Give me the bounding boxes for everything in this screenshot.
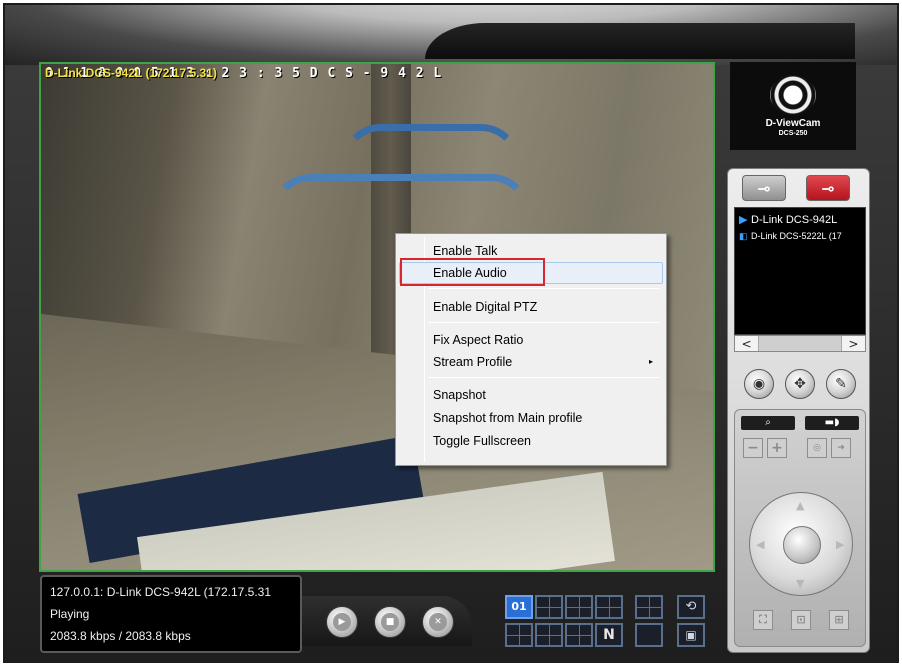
osd-camera-title: D-Link DCS-942L (172.17.5.31) <box>45 66 217 80</box>
crosshair-icon: ⊞ <box>834 613 844 626</box>
logo-brand: D-ViewCam <box>765 117 821 129</box>
arrow-left-icon: ◀ <box>756 538 765 551</box>
camera-list-scrollbar[interactable]: < > <box>734 335 866 352</box>
record-icon: ◉ <box>752 376 766 392</box>
magnifier-icon: ⌕ <box>765 417 771 428</box>
play-icon: ▶ <box>333 613 351 631</box>
chrome-accent <box>425 23 855 59</box>
ptz-joystick[interactable]: ▲ ▼ ◀ ▶ <box>749 492 853 596</box>
focus-far-icon: ➜ <box>837 443 845 453</box>
layout-25-button[interactable] <box>565 623 593 647</box>
layout-6-button[interactable] <box>565 595 593 619</box>
menu-item-label: Toggle Fullscreen <box>433 434 531 448</box>
focus-near-icon: ◎ <box>813 443 821 453</box>
record-button[interactable]: ◉ <box>744 369 774 399</box>
control-panel: ⊸ ⊸ ▶ D-Link DCS-942L ◧ D-Link DCS-5222L (… <box>727 168 870 653</box>
focus-near-button[interactable]: ◎ <box>807 438 827 458</box>
full-view-button[interactable]: ▣ <box>677 623 705 647</box>
eye-logo-icon <box>770 74 816 115</box>
preset-2-button[interactable]: ⊡ <box>791 610 811 630</box>
menu-item-fix-aspect-ratio[interactable]: Fix Aspect Ratio <box>399 329 663 351</box>
menu-separator <box>428 288 660 289</box>
settings-button[interactable]: ✎ <box>826 369 856 399</box>
scroll-track[interactable] <box>759 336 841 351</box>
layout-n-button[interactable]: N <box>595 623 623 647</box>
menu-item-label: Enable Talk <box>433 244 498 258</box>
arrow-up-icon: ▲ <box>796 499 805 512</box>
submenu-arrow-icon: ▸ <box>648 357 653 366</box>
preset-1-button[interactable]: ⛶ <box>753 610 773 630</box>
fit-icon: ▣ <box>685 628 697 642</box>
play-button[interactable]: ▶ <box>326 606 358 638</box>
scroll-right-button[interactable]: > <box>841 336 865 351</box>
focus-far-button[interactable]: ➜ <box>831 438 851 458</box>
status-state: Playing <box>50 607 90 621</box>
cycle-icon: ⟲ <box>685 599 697 614</box>
audio-marker-icon: ◧ <box>739 231 748 241</box>
unplug-icon: ⊸ <box>821 178 835 198</box>
auto-switch-button[interactable]: ⟲ <box>677 595 705 619</box>
disconnect-button[interactable]: ⊸ <box>806 175 850 201</box>
ptz-preset-button[interactable]: ✥ <box>785 369 815 399</box>
stop-icon: ■ <box>381 613 399 631</box>
zoom-out-button[interactable]: − <box>743 438 763 458</box>
menu-item-toggle-fullscreen[interactable]: Toggle Fullscreen <box>399 430 663 452</box>
target-icon: ⊡ <box>796 613 806 626</box>
camera-list-item[interactable]: ◧ D-Link DCS-5222L (17 <box>735 228 865 244</box>
status-bitrate: 2083.8 kbps / 2083.8 kbps <box>50 629 191 643</box>
menu-item-enable-audio[interactable]: Enable Audio <box>399 262 663 284</box>
expand-icon: ✕ <box>429 613 447 631</box>
layout-13-button[interactable] <box>505 623 533 647</box>
zoom-tab[interactable]: ⌕ <box>741 416 795 430</box>
layout-4-button[interactable] <box>535 595 563 619</box>
wrench-icon: ✎ <box>835 376 847 392</box>
ptz-panel: ⌕ ▬◗ − + ◎ ➜ ▲ ▼ ◀ ▶ ⛶ ⊡ ⊞ <box>734 409 866 647</box>
layout-9-button[interactable] <box>595 595 623 619</box>
menu-item-label: Snapshot <box>433 388 486 402</box>
scroll-left-button[interactable]: < <box>735 336 759 351</box>
frame-icon: ⛶ <box>759 613 767 626</box>
menu-item-enable-talk[interactable]: Enable Talk <box>399 240 663 262</box>
menu-item-stream-profile[interactable]: Stream Profile ▸ <box>399 351 663 373</box>
camera-list-item[interactable]: ▶ D-Link DCS-942L <box>735 212 865 228</box>
app-logo: D-ViewCam DCS-250 <box>730 62 856 150</box>
context-menu: Enable Talk Enable Audio Enable Digital … <box>395 233 667 466</box>
status-connection: 127.0.0.1: D-Link DCS-942L (172.17.5.31 <box>50 585 272 599</box>
menu-separator <box>428 322 660 323</box>
logo-model: DCS-250 <box>778 129 808 137</box>
stop-button[interactable]: ■ <box>374 606 406 638</box>
camera-list[interactable]: ▶ D-Link DCS-942L ◧ D-Link DCS-5222L (17 <box>734 207 866 335</box>
camera-icon: ▬◗ <box>824 417 840 428</box>
menu-item-snapshot-main-profile[interactable]: Snapshot from Main profile <box>399 407 663 429</box>
menu-item-label: Enable Audio <box>433 266 507 280</box>
focus-tab[interactable]: ▬◗ <box>805 416 859 430</box>
ptz-home-button[interactable] <box>783 526 821 564</box>
zoom-in-button[interactable]: + <box>767 438 787 458</box>
connect-button[interactable]: ⊸ <box>742 175 786 201</box>
arrow-right-icon: ▶ <box>836 538 845 551</box>
layout-16-button[interactable] <box>535 623 563 647</box>
menu-item-label: Snapshot from Main profile <box>433 411 583 425</box>
menu-item-label: Fix Aspect Ratio <box>433 333 524 347</box>
layout-grid-button[interactable] <box>635 595 663 619</box>
layout-single-button[interactable] <box>635 623 663 647</box>
menu-item-snapshot[interactable]: Snapshot <box>399 384 663 406</box>
menu-item-label: Enable Digital PTZ <box>433 300 538 314</box>
menu-item-enable-digital-ptz[interactable]: Enable Digital PTZ <box>399 296 663 318</box>
layout-selector: 01 N ⟲ ▣ <box>505 595 705 651</box>
status-panel: 127.0.0.1: D-Link DCS-942L (172.17.5.31 … <box>40 575 302 653</box>
preset-3-button[interactable]: ⊞ <box>829 610 849 630</box>
menu-item-label: Stream Profile <box>433 355 513 369</box>
play-marker-icon: ▶ <box>739 214 748 226</box>
camera-name: D-Link DCS-5222L (17 <box>751 231 842 241</box>
menu-separator <box>428 377 660 378</box>
playback-bar: ▶ ■ ✕ <box>302 596 472 646</box>
layout-1-button[interactable]: 01 <box>505 595 533 619</box>
plug-icon: ⊸ <box>757 178 771 198</box>
arrow-down-icon: ▼ <box>796 577 805 590</box>
fullscreen-button[interactable]: ✕ <box>422 606 454 638</box>
camera-name: D-Link DCS-942L <box>751 214 838 226</box>
ptz-icon: ✥ <box>794 376 806 392</box>
